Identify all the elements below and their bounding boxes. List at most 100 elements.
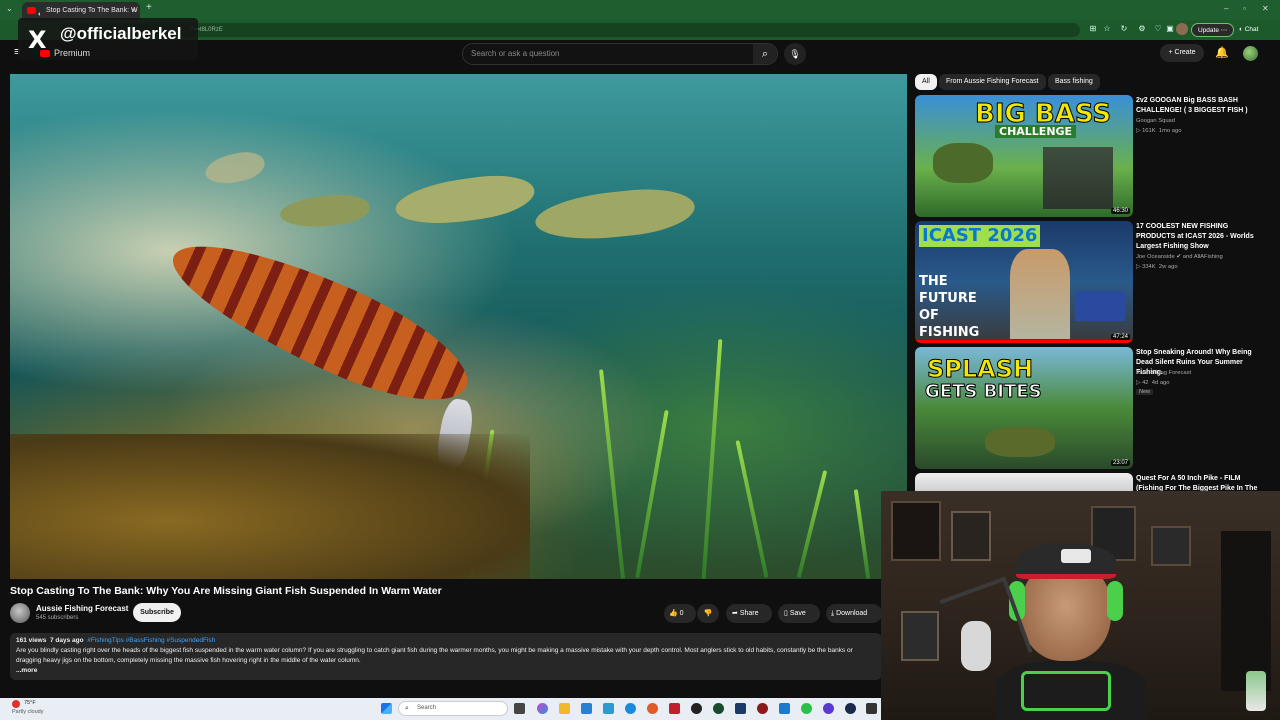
- subscriber-count: 545 subscribers: [36, 615, 79, 621]
- weather-icon[interactable]: [12, 700, 20, 708]
- xbox-icon[interactable]: [713, 703, 724, 714]
- rec-title[interactable]: 2v2 GOOGAN Big BASS BASH CHALLENGE! ( 3 …: [1136, 96, 1266, 116]
- rec-thumbnail[interactable]: SPLASH GETS BITES 23:07: [915, 347, 1133, 469]
- update-button[interactable]: Update ⋯: [1191, 23, 1235, 37]
- description-box[interactable]: 161 views 7 days ago #FishingTips #BassF…: [10, 633, 882, 680]
- profile-icon[interactable]: [1176, 23, 1188, 35]
- rec-channel[interactable]: Joe Oceanside ✔ and AllAFishing: [1136, 254, 1223, 260]
- app-icon[interactable]: [866, 703, 877, 714]
- people-image: [1043, 147, 1113, 209]
- app-icon[interactable]: [669, 703, 680, 714]
- create-label: Create: [1174, 49, 1196, 56]
- fish-image: [985, 427, 1055, 457]
- chip-bass-fishing[interactable]: Bass fishing: [1048, 74, 1100, 90]
- address-bar[interactable]: ?v=t8L0RzE: [60, 23, 1080, 37]
- thumbs-up-icon: 👍: [669, 610, 678, 617]
- save-label: Save: [789, 610, 806, 617]
- search-placeholder: Search or ask a question: [471, 49, 560, 58]
- cap-logo: [1061, 549, 1091, 563]
- main-fish: [156, 217, 484, 426]
- share-button[interactable]: ➦ Share: [726, 604, 772, 623]
- download-label: Download: [836, 610, 868, 617]
- file-explorer-icon[interactable]: [559, 703, 570, 714]
- rec-channel-extra: and AllAFishing: [1182, 254, 1223, 260]
- microphone-icon[interactable]: 🎙: [784, 43, 806, 65]
- bookmark-icon: ▯: [784, 610, 788, 617]
- notifications-bell-icon[interactable]: 🔔: [1215, 46, 1229, 59]
- windows-start-icon[interactable]: [381, 703, 392, 714]
- account-avatar[interactable]: [1243, 46, 1258, 61]
- extension-icon[interactable]: ⚙: [1137, 24, 1147, 34]
- app-icon[interactable]: [823, 703, 834, 714]
- show-more-link[interactable]: ...more: [16, 666, 876, 676]
- tab-list-icon[interactable]: ⌄: [6, 4, 13, 13]
- bookmark-star-icon[interactable]: ☆: [1102, 24, 1112, 34]
- chip-all[interactable]: All: [915, 74, 937, 90]
- app-icon[interactable]: [691, 703, 702, 714]
- taskbar-search-label: Search: [417, 705, 437, 711]
- steam-icon[interactable]: [845, 703, 856, 714]
- video-duration: 47:24: [1110, 334, 1130, 340]
- chip-from-channel[interactable]: From Aussie Fishing Forecast: [939, 74, 1046, 90]
- rec-views: 42: [1142, 380, 1149, 386]
- download-button[interactable]: ⤓ Download: [826, 604, 882, 623]
- thumbnail-text: ICAST 2026: [919, 225, 1041, 247]
- app-icon[interactable]: [779, 703, 790, 714]
- youtube-logo-icon: [40, 50, 50, 57]
- presenter-image: [1010, 249, 1070, 339]
- new-tab-icon[interactable]: +: [146, 2, 152, 13]
- rec-thumbnail[interactable]: ICAST 2026 THE FUTURE OF FISHING 47:24: [915, 221, 1133, 343]
- edge-browser-icon[interactable]: [625, 703, 636, 714]
- rec-channel[interactable]: Kiwi Fishing Forecast: [1136, 370, 1191, 376]
- save-button[interactable]: ▯ Save: [778, 604, 820, 623]
- favorites-icon[interactable]: ♡: [1153, 24, 1163, 34]
- app-icon[interactable]: [757, 703, 768, 714]
- headset-right-icon: [1107, 581, 1123, 621]
- doorway: [1221, 531, 1271, 691]
- wall-frame: [951, 511, 991, 561]
- app-icon[interactable]: [735, 703, 746, 714]
- firefox-icon[interactable]: [647, 703, 658, 714]
- tab-title: Stop Casting To The Bank: W: [46, 7, 138, 14]
- channel-name[interactable]: Aussie Fishing Forecast: [36, 604, 128, 613]
- rec-age: 1mo ago: [1158, 128, 1182, 134]
- weed: [635, 409, 669, 579]
- close-window-icon[interactable]: ✕: [1262, 4, 1269, 13]
- rec-thumbnail[interactable]: BIG BASS CHALLENGE 46:30: [915, 95, 1133, 217]
- chat-button[interactable]: ◐ Chat: [1233, 23, 1264, 37]
- apps-icon[interactable]: ⊞: [1088, 24, 1098, 34]
- maximize-icon[interactable]: ▫: [1243, 4, 1246, 13]
- create-button[interactable]: + Create: [1160, 44, 1204, 62]
- task-view-icon[interactable]: [514, 703, 525, 714]
- share-label: Share: [739, 610, 759, 617]
- channel-avatar[interactable]: [10, 603, 30, 623]
- wall-frame: [901, 611, 939, 661]
- temperature[interactable]: 75°F: [24, 700, 36, 706]
- premium-label: Premium: [54, 48, 91, 58]
- hashtags[interactable]: #FishingTips #BassFishing #SuspendedFish: [87, 637, 215, 644]
- app-icon[interactable]: [603, 703, 614, 714]
- verified-icon: ✔: [1176, 254, 1182, 260]
- rec-channel[interactable]: Googan Squad: [1136, 118, 1175, 124]
- like-button[interactable]: 👍 0: [664, 604, 696, 623]
- store-icon[interactable]: [581, 703, 592, 714]
- weed: [599, 369, 625, 579]
- rec-title[interactable]: 17 COOLEST NEW FISHING PRODUCTS at ICAST…: [1136, 222, 1266, 252]
- subscribe-button[interactable]: Subscribe: [133, 603, 181, 622]
- bass-fish: [392, 169, 538, 231]
- browser-tab-bar: ⌄ ◖ Stop Casting To The Bank: W × + – ▫ …: [0, 0, 1280, 20]
- search-input[interactable]: Search or ask a question: [462, 43, 778, 65]
- collections-icon[interactable]: ▣: [1165, 24, 1175, 34]
- copilot-icon[interactable]: [537, 703, 548, 714]
- bass-fish: [278, 192, 372, 230]
- refresh-extension-icon[interactable]: ↻: [1119, 24, 1129, 34]
- video-player[interactable]: [10, 74, 907, 579]
- taskbar-search[interactable]: ⌕ Search: [398, 701, 508, 716]
- social-handle-overlay: X @officialberkel Premium: [18, 18, 198, 60]
- like-count: 0: [679, 610, 684, 617]
- minimize-icon[interactable]: –: [1224, 4, 1228, 13]
- dislike-button[interactable]: 👎: [697, 604, 719, 623]
- search-icon[interactable]: ⌕: [753, 44, 777, 64]
- spotify-icon[interactable]: [801, 703, 812, 714]
- thumbnail-text: CHALLENGE: [995, 125, 1077, 138]
